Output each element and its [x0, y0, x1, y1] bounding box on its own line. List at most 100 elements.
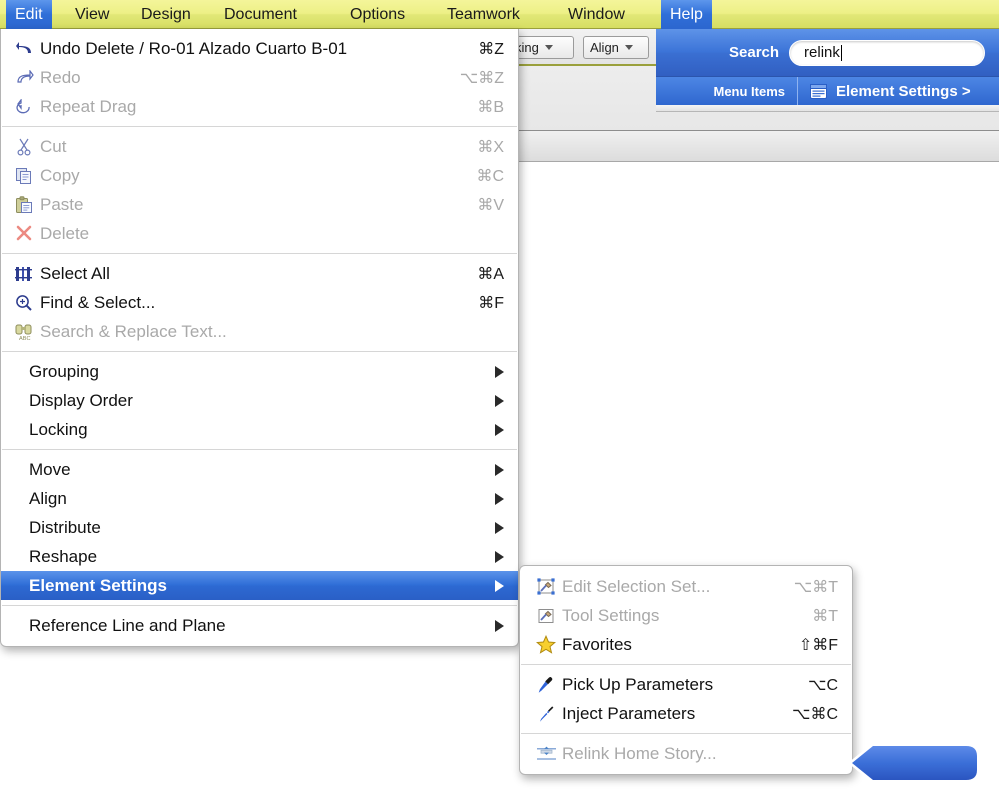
help-result-item-element-settings[interactable]: Element Settings >	[798, 77, 999, 105]
menu-bar-item-edit[interactable]: Edit	[6, 0, 52, 29]
help-search-input[interactable]: relink	[789, 40, 985, 66]
menu-item-repeat-drag: Repeat Drag ⌘B	[1, 92, 518, 121]
menu-item-select-all-label: Select All	[40, 264, 459, 284]
align-dropdown[interactable]: Align	[583, 36, 649, 59]
menu-bar-item-options[interactable]: Options	[341, 0, 414, 29]
menu-item-distribute-label: Distribute	[29, 518, 481, 538]
submenu-arrow-icon	[495, 464, 504, 476]
menu-item-reference-line-and-plane-label: Reference Line and Plane	[29, 616, 481, 636]
redo-icon	[12, 67, 36, 89]
app-window: HMC-P08 Wall Graphics Key Plans 3D / All…	[0, 0, 999, 809]
menu-bar-item-window[interactable]: Window	[559, 0, 634, 29]
menu-item-delete-label: Delete	[40, 224, 486, 244]
help-results-category: Menu Items	[656, 77, 798, 105]
submenu-item-favorites-label: Favorites	[562, 635, 781, 655]
help-search-results-row: Menu Items Element Settings >	[656, 77, 999, 105]
submenu-arrow-icon	[495, 620, 504, 632]
menu-item-reference-line-and-plane[interactable]: Reference Line and Plane	[1, 611, 518, 640]
menu-item-delete: Delete	[1, 219, 518, 248]
menu-item-undo[interactable]: Undo Delete / Ro-01 Alzado Cuarto B-01 ⌘…	[1, 34, 518, 63]
text-cursor	[841, 45, 842, 61]
hammer-icon	[534, 605, 558, 627]
submenu-separator	[521, 664, 851, 665]
menu-item-display-order[interactable]: Display Order	[1, 386, 518, 415]
menu-bar-item-document[interactable]: Document	[215, 0, 306, 29]
select-all-icon	[12, 263, 36, 285]
blue-pointer-callout	[849, 742, 980, 784]
help-search-value: relink	[790, 44, 840, 61]
menu-item-copy: Copy ⌘C	[1, 161, 518, 190]
menu-item-locking[interactable]: Locking	[1, 415, 518, 444]
menu-item-find-and-select-label: Find & Select...	[40, 293, 460, 313]
menu-item-locking-label: Locking	[29, 420, 481, 440]
menu-item-search-and-replace-text: ABC Search & Replace Text...	[1, 317, 518, 346]
submenu-separator	[521, 733, 851, 734]
menu-item-grouping-label: Grouping	[29, 362, 481, 382]
submenu-item-pick-up-parameters[interactable]: Pick Up Parameters ⌥C	[520, 670, 852, 699]
menu-item-find-and-select-shortcut: ⌘F	[478, 293, 504, 313]
menu-bar-item-help[interactable]: Help	[661, 0, 712, 29]
submenu-item-relink-home-story-label: Relink Home Story...	[562, 744, 820, 764]
menu-item-repeat-drag-shortcut: ⌘B	[477, 97, 504, 117]
repeat-icon	[12, 96, 36, 118]
menu-bar: Edit View Design Document Options Teamwo…	[0, 0, 999, 29]
menu-item-element-settings-label: Element Settings	[29, 576, 481, 596]
menu-separator	[2, 605, 517, 606]
copy-icon	[12, 165, 36, 187]
help-panel-footer	[656, 105, 999, 112]
edit-dropdown-menu: Undo Delete / Ro-01 Alzado Cuarto B-01 ⌘…	[0, 29, 519, 647]
menu-item-reshape[interactable]: Reshape	[1, 542, 518, 571]
submenu-item-pick-up-parameters-label: Pick Up Parameters	[562, 675, 790, 695]
submenu-item-inject-parameters-shortcut: ⌥⌘C	[792, 704, 838, 724]
submenu-arrow-icon	[495, 580, 504, 592]
submenu-arrow-icon	[495, 522, 504, 534]
menu-item-repeat-drag-label: Repeat Drag	[40, 97, 459, 117]
menu-item-element-settings[interactable]: Element Settings	[1, 571, 518, 600]
menu-separator	[2, 253, 517, 254]
submenu-item-tool-settings: Tool Settings ⌘T	[520, 601, 852, 630]
menu-bar-item-view[interactable]: View	[66, 0, 118, 29]
delete-x-icon	[12, 223, 36, 245]
menu-item-distribute[interactable]: Distribute	[1, 513, 518, 542]
element-settings-submenu: Edit Selection Set... ⌥⌘T Tool Settings …	[519, 565, 853, 775]
menu-item-paste: Paste ⌘V	[1, 190, 518, 219]
menu-item-select-all[interactable]: Select All ⌘A	[1, 259, 518, 288]
submenu-item-favorites[interactable]: Favorites ⇧⌘F	[520, 630, 852, 659]
chevron-down-icon	[625, 45, 633, 50]
submenu-item-tool-settings-shortcut: ⌘T	[812, 606, 838, 626]
menu-item-cut-shortcut: ⌘X	[477, 137, 504, 157]
menu-bar-item-design[interactable]: Design	[132, 0, 200, 29]
find-select-icon	[12, 292, 36, 314]
submenu-item-favorites-shortcut: ⇧⌘F	[799, 635, 838, 655]
undo-icon	[12, 38, 36, 60]
menu-separator	[2, 449, 517, 450]
submenu-item-inject-parameters[interactable]: Inject Parameters ⌥⌘C	[520, 699, 852, 728]
menu-item-redo-shortcut: ⌥⌘Z	[460, 68, 504, 88]
align-dropdown-label: Align	[590, 40, 619, 55]
submenu-arrow-icon	[495, 366, 504, 378]
menu-item-paste-shortcut: ⌘V	[477, 195, 504, 215]
hammer-selected-icon	[534, 576, 558, 598]
submenu-arrow-icon	[495, 395, 504, 407]
menu-item-copy-label: Copy	[40, 166, 458, 186]
clipboard-paste-icon	[12, 194, 36, 216]
menu-item-copy-shortcut: ⌘C	[476, 166, 504, 186]
menu-item-grouping[interactable]: Grouping	[1, 357, 518, 386]
star-icon	[534, 634, 558, 656]
menu-item-find-and-select[interactable]: Find & Select... ⌘F	[1, 288, 518, 317]
menu-bar-item-teamwork[interactable]: Teamwork	[438, 0, 529, 29]
submenu-arrow-icon	[495, 424, 504, 436]
submenu-item-pick-up-parameters-shortcut: ⌥C	[808, 675, 838, 695]
menu-item-reshape-label: Reshape	[29, 547, 481, 567]
relink-story-icon	[534, 743, 558, 765]
binoculars-abc-icon: ABC	[12, 321, 36, 343]
submenu-item-edit-selection-set-label: Edit Selection Set...	[562, 577, 776, 597]
menu-separator	[2, 351, 517, 352]
menu-item-select-all-shortcut: ⌘A	[477, 264, 504, 284]
menu-item-align-label: Align	[29, 489, 481, 509]
menu-item-redo-label: Redo	[40, 68, 442, 88]
menu-list-icon	[810, 84, 827, 99]
menu-item-redo: Redo ⌥⌘Z	[1, 63, 518, 92]
menu-item-align[interactable]: Align	[1, 484, 518, 513]
menu-item-move[interactable]: Move	[1, 455, 518, 484]
